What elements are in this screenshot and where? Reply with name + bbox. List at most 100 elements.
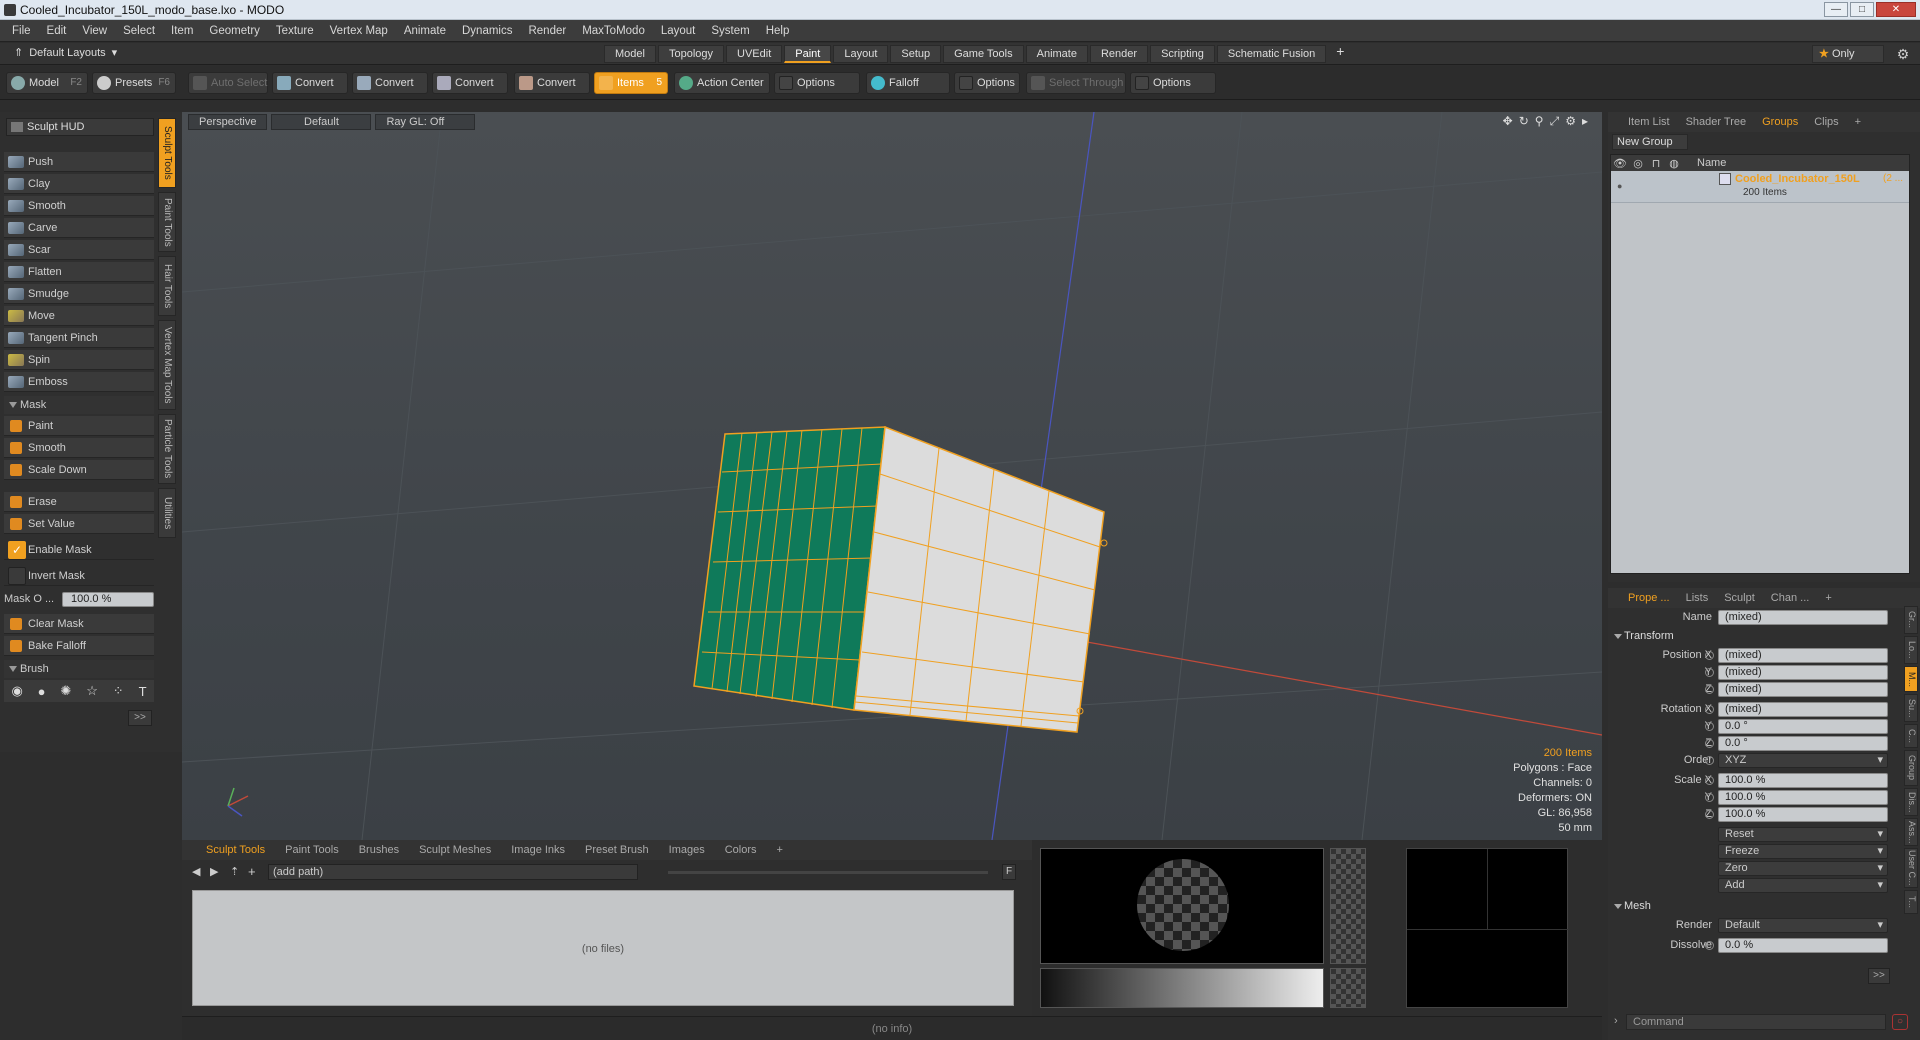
action-center-button[interactable]: Action Center: [674, 72, 770, 94]
path-dropdown[interactable]: (add path): [268, 864, 638, 880]
viewport-gear-icon[interactable]: ⚙: [1565, 114, 1576, 129]
vtab-particle-tools[interactable]: Particle Tools: [158, 414, 176, 484]
back-arrow-icon[interactable]: ◀: [192, 865, 200, 878]
add-dropdown[interactable]: Add: [1718, 878, 1888, 893]
tab-topology[interactable]: Topology: [657, 45, 725, 63]
scale-y-field[interactable]: 100.0 %: [1718, 790, 1888, 805]
add-tab-icon[interactable]: +: [767, 840, 793, 860]
vtab-m[interactable]: M...: [1904, 666, 1918, 692]
clear-mask-button[interactable]: Clear Mask: [4, 614, 154, 634]
vtab-lo[interactable]: Lo...: [1904, 636, 1918, 664]
tab-clips[interactable]: Clips: [1806, 112, 1846, 132]
layout-selector[interactable]: ⇑ Default Layouts ▾: [14, 46, 117, 60]
parent-folder-icon[interactable]: ⇡: [230, 865, 239, 878]
menu-select[interactable]: Select: [115, 25, 163, 37]
add-path-icon[interactable]: +: [248, 864, 256, 879]
vtab-hair-tools[interactable]: Hair Tools: [158, 256, 176, 316]
tab-sculpt[interactable]: Sculpt: [1716, 588, 1763, 608]
anim-dot-icon[interactable]: [1705, 651, 1714, 660]
close-button[interactable]: ✕: [1876, 2, 1916, 17]
auto-select-button[interactable]: Auto Select: [188, 72, 268, 94]
tab-image-inks[interactable]: Image Inks: [501, 840, 575, 860]
anim-dot-icon[interactable]: [1705, 705, 1714, 714]
tool-emboss[interactable]: Emboss: [4, 372, 154, 392]
render-dropdown[interactable]: Default: [1718, 918, 1888, 933]
mask-section-header[interactable]: Mask: [4, 396, 154, 414]
freeze-dropdown[interactable]: Freeze: [1718, 844, 1888, 859]
falloff-button[interactable]: Falloff: [866, 72, 950, 94]
more-properties-button[interactable]: >>: [1868, 968, 1890, 984]
soft-brush-icon[interactable]: ◉: [11, 683, 22, 699]
tab-render[interactable]: Render: [1089, 45, 1149, 63]
vtab-utilities[interactable]: Utilities: [158, 488, 176, 538]
menu-dynamics[interactable]: Dynamics: [454, 25, 520, 37]
anim-dot-icon[interactable]: [1705, 739, 1714, 748]
mask-tool-smooth[interactable]: Smooth: [4, 438, 154, 458]
name-field[interactable]: (mixed): [1718, 610, 1888, 625]
add-tab-icon[interactable]: +: [1817, 588, 1839, 608]
add-tab-icon[interactable]: +: [1328, 44, 1352, 63]
add-tab-icon[interactable]: +: [1847, 112, 1869, 132]
row-eye-icon[interactable]: ●: [1617, 181, 1622, 191]
tool-carve[interactable]: Carve: [4, 218, 154, 238]
pan-icon[interactable]: ✥: [1503, 114, 1513, 129]
dissolve-field[interactable]: 0.0 %: [1718, 938, 1888, 953]
convert-vertices-button[interactable]: Convert: [272, 72, 348, 94]
tab-paint-tools[interactable]: Paint Tools: [275, 840, 349, 860]
menu-render[interactable]: Render: [520, 25, 574, 37]
tab-schematic-fusion[interactable]: Schematic Fusion: [1216, 45, 1327, 63]
raygl-toggle[interactable]: Ray GL: Off: [375, 114, 476, 130]
tab-uvedit[interactable]: UVEdit: [726, 45, 783, 63]
vtab-group[interactable]: Group: [1904, 750, 1918, 786]
menu-file[interactable]: File: [4, 25, 39, 37]
position-z-field[interactable]: (mixed): [1718, 682, 1888, 697]
tab-scripting[interactable]: Scripting: [1150, 45, 1215, 63]
rotate-icon[interactable]: ↻: [1519, 114, 1529, 129]
position-y-field[interactable]: (mixed): [1718, 665, 1888, 680]
tool-smudge[interactable]: Smudge: [4, 284, 154, 304]
filter-button[interactable]: F: [1002, 864, 1016, 880]
tool-smooth[interactable]: Smooth: [4, 196, 154, 216]
menu-vertex-map[interactable]: Vertex Map: [322, 25, 396, 37]
shading-dropdown[interactable]: Default: [271, 114, 372, 130]
menu-geometry[interactable]: Geometry: [201, 25, 268, 37]
invert-mask-checkbox[interactable]: Invert Mask: [4, 566, 154, 586]
more-button[interactable]: >>: [128, 710, 152, 726]
brush-section-header[interactable]: Brush: [4, 660, 154, 678]
maximize-button[interactable]: □: [1850, 2, 1874, 17]
menu-system[interactable]: System: [703, 25, 757, 37]
menu-item[interactable]: Item: [163, 25, 201, 37]
only-toggle[interactable]: ★ Only: [1812, 45, 1884, 63]
3d-viewport[interactable]: Perspective Default Ray GL: Off ✥ ↻ ⚲ ⤢ …: [182, 112, 1602, 840]
select-options-button[interactable]: Options: [1130, 72, 1216, 94]
mask-tool-paint[interactable]: Paint: [4, 416, 154, 436]
group-row[interactable]: ● Cooled_Incubator_150L (2 ... 200 Items: [1611, 171, 1909, 203]
reset-dropdown[interactable]: Reset: [1718, 827, 1888, 842]
rotation-x-field[interactable]: (mixed): [1718, 702, 1888, 717]
vtab-ass[interactable]: Ass...: [1904, 818, 1918, 846]
anim-dot-icon[interactable]: [1705, 810, 1714, 819]
menu-texture[interactable]: Texture: [268, 25, 322, 37]
tab-game-tools[interactable]: Game Tools: [943, 45, 1024, 63]
tab-colors[interactable]: Colors: [715, 840, 767, 860]
rotation-y-field[interactable]: 0.0 °: [1718, 719, 1888, 734]
vtab-vertex-map-tools[interactable]: Vertex Map Tools: [158, 320, 176, 410]
mesh-section-header[interactable]: Mesh: [1614, 900, 1651, 912]
mask-tool-scale-down[interactable]: Scale Down: [4, 460, 154, 480]
zero-dropdown[interactable]: Zero: [1718, 861, 1888, 876]
vtab-paint-tools[interactable]: Paint Tools: [158, 192, 176, 252]
menu-layout[interactable]: Layout: [653, 25, 704, 37]
position-x-field[interactable]: (mixed): [1718, 648, 1888, 663]
minimize-button[interactable]: —: [1824, 2, 1848, 17]
anim-dot-icon[interactable]: [1705, 793, 1714, 802]
visibility-eye-icon[interactable]: 👁: [1611, 157, 1629, 170]
tab-shader-tree[interactable]: Shader Tree: [1678, 112, 1755, 132]
presets-button[interactable]: Presets F6: [92, 72, 176, 94]
action-center-options-button[interactable]: Options: [774, 72, 860, 94]
order-dropdown[interactable]: XYZ: [1718, 753, 1888, 768]
rotation-z-field[interactable]: 0.0 °: [1718, 736, 1888, 751]
anim-dot-icon[interactable]: [1705, 941, 1714, 950]
procedural-brush-icon[interactable]: ⁘: [113, 683, 124, 699]
anim-dot-icon[interactable]: [1705, 668, 1714, 677]
tool-clay[interactable]: Clay: [4, 174, 154, 194]
